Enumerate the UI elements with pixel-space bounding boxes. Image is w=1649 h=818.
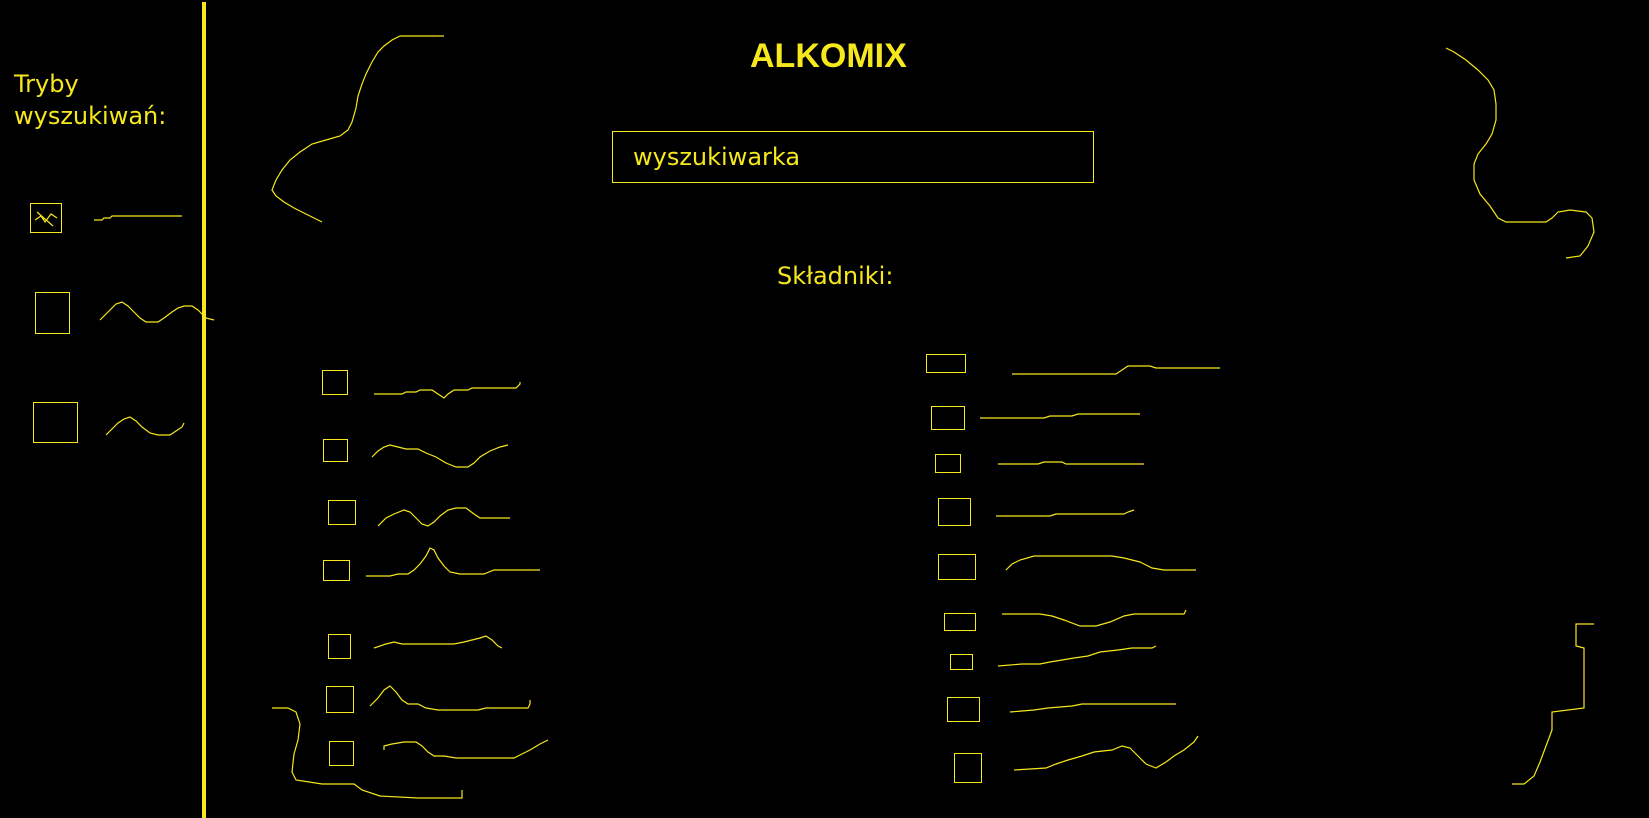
ingredient-checkbox[interactable] (328, 634, 351, 659)
ingredients-label: Składniki: (777, 262, 894, 290)
ingredient-checkbox[interactable] (938, 554, 976, 580)
app-title: ALKOMIX (750, 37, 907, 75)
ingredient-label (1005, 555, 1196, 571)
ingredient-label (1012, 365, 1220, 375)
mode-label-1 (94, 215, 182, 221)
ingredient-label (366, 547, 540, 577)
ingredient-label (997, 645, 1157, 667)
ingredient-label (998, 461, 1144, 465)
ingredient-checkbox[interactable] (947, 697, 980, 722)
ingredient-checkbox[interactable] (944, 613, 976, 631)
ingredient-checkbox[interactable] (329, 741, 354, 766)
mode-label-2 (99, 301, 215, 323)
ingredient-checkbox[interactable] (950, 654, 973, 670)
ingredient-checkbox[interactable] (323, 439, 348, 462)
ingredient-label (383, 739, 549, 759)
ingredient-checkbox[interactable] (326, 686, 354, 713)
decorative-scribbles (271, 35, 1595, 799)
check-mark-icon (34, 211, 58, 227)
search-input[interactable] (612, 131, 1094, 183)
ingredient-checkbox[interactable] (323, 560, 350, 581)
ingredient-checkbox[interactable] (938, 498, 971, 526)
ingredient-label (996, 509, 1135, 517)
sidebar-divider (202, 2, 206, 818)
ingredient-label (371, 444, 509, 468)
ingredient-label (373, 635, 503, 649)
sidebar-title-line1: Tryby (14, 70, 79, 98)
ingredient-checkbox[interactable] (954, 753, 982, 783)
ingredient-checkbox[interactable] (322, 370, 348, 395)
ingredient-label (369, 685, 531, 711)
mode-checkbox-1[interactable] (30, 203, 62, 233)
mode-checkbox-3[interactable] (33, 402, 78, 443)
ingredient-label (374, 382, 521, 399)
ingredient-label (1002, 609, 1187, 627)
sidebar-title-line2: wyszukiwań: (14, 102, 167, 130)
ingredient-label (1013, 735, 1199, 771)
ingredient-checkbox[interactable] (926, 354, 966, 373)
ingredient-label (377, 507, 510, 527)
ingredient-label (980, 413, 1140, 419)
ingredient-checkbox[interactable] (328, 500, 356, 525)
mode-label-3 (105, 416, 185, 436)
sidebar-title: Tryby wyszukiwań: (14, 68, 166, 132)
mode-checkbox-2[interactable] (35, 292, 70, 334)
ingredient-checkbox[interactable] (935, 454, 961, 473)
ingredient-label (1009, 703, 1176, 713)
ingredient-checkbox[interactable] (931, 406, 965, 430)
